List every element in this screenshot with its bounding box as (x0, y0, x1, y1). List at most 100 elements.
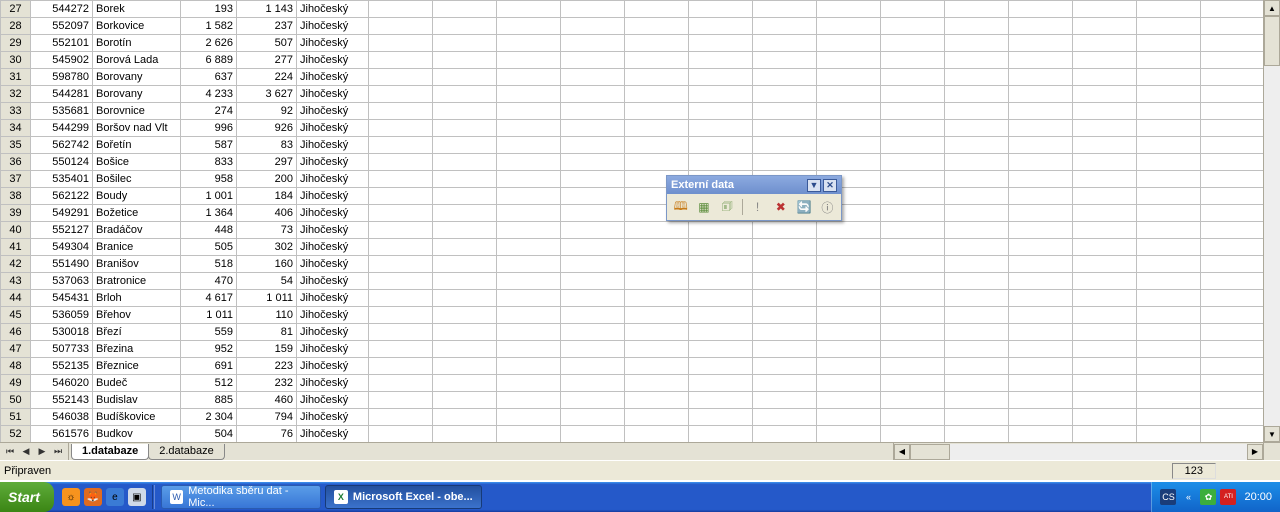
cell-empty[interactable] (497, 307, 561, 324)
cell-empty[interactable] (753, 392, 817, 409)
cell[interactable]: Branišov (93, 256, 181, 273)
cell-empty[interactable] (625, 35, 689, 52)
cell-empty[interactable] (817, 358, 881, 375)
cell[interactable]: Božetice (93, 205, 181, 222)
cell-empty[interactable] (1201, 239, 1265, 256)
cell-empty[interactable] (497, 256, 561, 273)
cell-empty[interactable] (817, 86, 881, 103)
cell-empty[interactable] (1201, 392, 1265, 409)
prev-sheet-btn[interactable]: ◀ (19, 445, 33, 459)
table-row[interactable]: 35562742Bořetín58783Jihočeský (1, 137, 1265, 154)
cell-empty[interactable] (753, 358, 817, 375)
cell[interactable]: Jihočeský (297, 1, 369, 18)
cell[interactable]: Jihočeský (297, 273, 369, 290)
cell-empty[interactable] (881, 1, 945, 18)
cell-empty[interactable] (1137, 52, 1201, 69)
cell-empty[interactable] (817, 52, 881, 69)
cell-empty[interactable] (1009, 1, 1073, 18)
cell-empty[interactable] (369, 69, 433, 86)
cell-empty[interactable] (1009, 426, 1073, 443)
cell[interactable]: 223 (237, 358, 297, 375)
cell[interactable]: Jihočeský (297, 375, 369, 392)
cell-empty[interactable] (1073, 1, 1137, 18)
cell[interactable]: 885 (181, 392, 237, 409)
cell-empty[interactable] (625, 426, 689, 443)
cell[interactable]: 559 (181, 324, 237, 341)
cell[interactable]: 110 (237, 307, 297, 324)
cell-empty[interactable] (1009, 205, 1073, 222)
cell[interactable]: 2 626 (181, 35, 237, 52)
cell-empty[interactable] (433, 290, 497, 307)
cell-empty[interactable] (625, 154, 689, 171)
cell-empty[interactable] (625, 358, 689, 375)
cell-empty[interactable] (1137, 154, 1201, 171)
cell[interactable]: Borová Lada (93, 52, 181, 69)
cell-empty[interactable] (881, 375, 945, 392)
table-row[interactable]: 34544299Boršov nad Vlt996926Jihočeský (1, 120, 1265, 137)
cell-empty[interactable] (945, 137, 1009, 154)
cell-empty[interactable] (1009, 86, 1073, 103)
cell-empty[interactable] (1073, 290, 1137, 307)
cell[interactable]: Jihočeský (297, 256, 369, 273)
cell-empty[interactable] (1009, 154, 1073, 171)
cell-empty[interactable] (689, 154, 753, 171)
cell-empty[interactable] (1073, 171, 1137, 188)
cell-empty[interactable] (1009, 18, 1073, 35)
cell-empty[interactable] (1137, 341, 1201, 358)
quicklaunch-icon-2[interactable]: 🦊 (84, 488, 102, 506)
cell-empty[interactable] (753, 290, 817, 307)
cell[interactable]: 537063 (31, 273, 93, 290)
cell-empty[interactable] (945, 426, 1009, 443)
cell[interactable]: Jihočeský (297, 358, 369, 375)
cell-empty[interactable] (1009, 273, 1073, 290)
cell-empty[interactable] (561, 154, 625, 171)
cell-empty[interactable] (1009, 307, 1073, 324)
cell-empty[interactable] (625, 375, 689, 392)
cell[interactable]: 4 233 (181, 86, 237, 103)
cell[interactable]: Borovnice (93, 103, 181, 120)
cell-empty[interactable] (1201, 86, 1265, 103)
cell-empty[interactable] (369, 1, 433, 18)
row-header[interactable]: 30 (1, 52, 31, 69)
cell-empty[interactable] (753, 375, 817, 392)
cell-empty[interactable] (881, 358, 945, 375)
row-header[interactable]: 40 (1, 222, 31, 239)
cell-empty[interactable] (369, 171, 433, 188)
cell-empty[interactable] (497, 137, 561, 154)
cell-empty[interactable] (433, 273, 497, 290)
cell-empty[interactable] (1009, 52, 1073, 69)
cell-empty[interactable] (1073, 154, 1137, 171)
cell-empty[interactable] (689, 103, 753, 120)
cell-empty[interactable] (753, 52, 817, 69)
scroll-thumb[interactable] (1264, 16, 1280, 66)
cell-empty[interactable] (881, 409, 945, 426)
cell-empty[interactable] (945, 103, 1009, 120)
cell-empty[interactable] (369, 137, 433, 154)
cell-empty[interactable] (945, 120, 1009, 137)
cell-empty[interactable] (1137, 1, 1201, 18)
cell-empty[interactable] (881, 290, 945, 307)
cell[interactable]: 552135 (31, 358, 93, 375)
cell[interactable]: 224 (237, 69, 297, 86)
cell[interactable]: 4 617 (181, 290, 237, 307)
table-row[interactable]: 41549304Branice505302Jihočeský (1, 239, 1265, 256)
row-header[interactable]: 49 (1, 375, 31, 392)
cell[interactable]: 551490 (31, 256, 93, 273)
cell[interactable]: 518 (181, 256, 237, 273)
table-row[interactable]: 42551490Branišov518160Jihočeský (1, 256, 1265, 273)
scroll-right-arrow[interactable]: ▶ (1247, 444, 1263, 460)
cell-empty[interactable] (1009, 120, 1073, 137)
cell-empty[interactable] (945, 307, 1009, 324)
cell-empty[interactable] (817, 409, 881, 426)
cell-empty[interactable] (497, 154, 561, 171)
cell-empty[interactable] (1137, 290, 1201, 307)
cell[interactable]: Jihočeský (297, 239, 369, 256)
cell-empty[interactable] (945, 154, 1009, 171)
table-row[interactable]: 33535681Borovnice27492Jihočeský (1, 103, 1265, 120)
toolbar-options-icon[interactable]: ▼ (807, 179, 821, 192)
row-header[interactable]: 34 (1, 120, 31, 137)
row-header[interactable]: 42 (1, 256, 31, 273)
cell[interactable]: 562122 (31, 188, 93, 205)
cell-empty[interactable] (433, 120, 497, 137)
cell[interactable]: 6 889 (181, 52, 237, 69)
